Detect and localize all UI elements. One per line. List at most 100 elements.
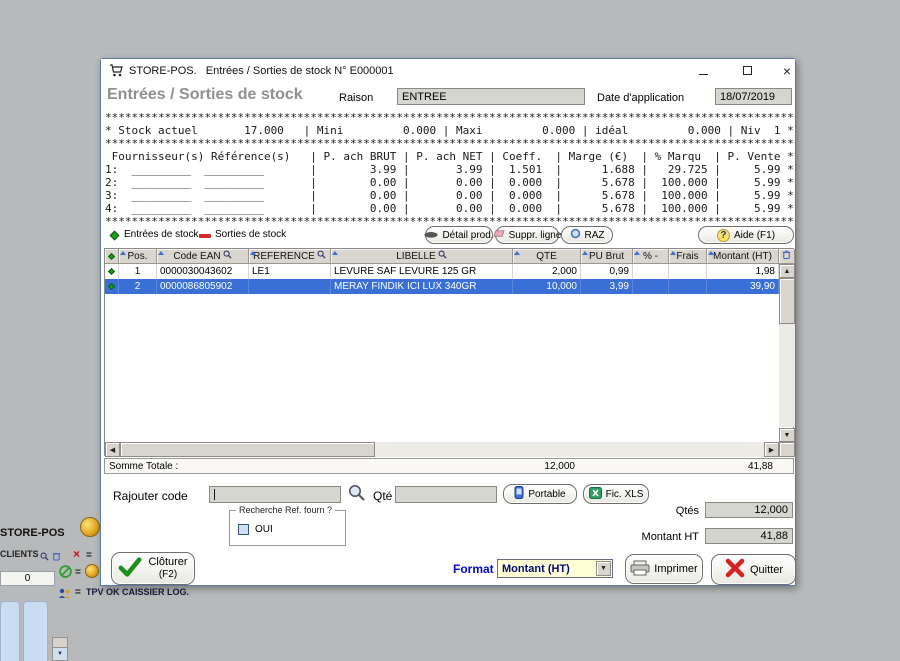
imprimer-label: Imprimer bbox=[654, 563, 697, 575]
cell-pos: 1 bbox=[119, 264, 157, 279]
grid-header-ean[interactable]: Code EAN bbox=[157, 249, 249, 264]
qtes-label: Qtés bbox=[561, 505, 699, 517]
titlebar[interactable]: STORE-POS. Entrées / Sorties de stock N°… bbox=[101, 59, 795, 83]
help-button[interactable]: ? Aide (F1) bbox=[698, 226, 794, 244]
equals-sign: = bbox=[86, 550, 92, 561]
detail-product-button[interactable]: Détail prod. bbox=[425, 226, 493, 244]
info-line: * Stock actuel 17.000 | Mini 0.000 | Max… bbox=[105, 124, 794, 137]
header-qte-label: QTE bbox=[536, 251, 557, 262]
sort-icon bbox=[250, 251, 256, 255]
vertical-scroll-thumb[interactable] bbox=[779, 278, 795, 324]
entry-diamond-icon bbox=[110, 231, 120, 241]
background-count-field: 0 bbox=[0, 571, 55, 586]
close-button[interactable]: × bbox=[777, 62, 797, 79]
background-scrollbar[interactable]: ▼ bbox=[52, 637, 68, 661]
grid-header-pos[interactable]: Pos. bbox=[119, 249, 157, 264]
search-icon[interactable] bbox=[223, 250, 232, 262]
grid-header-pct[interactable]: % - bbox=[633, 249, 669, 264]
printer-icon bbox=[630, 560, 650, 579]
oui-checkbox[interactable] bbox=[238, 524, 249, 535]
search-code-button[interactable] bbox=[347, 483, 366, 507]
scroll-up-button[interactable]: ▲ bbox=[779, 264, 795, 278]
sort-icon bbox=[582, 251, 588, 255]
header-montant-label: Montant (HT) bbox=[713, 251, 772, 262]
info-line: 3: _________ _________ | 0.00 | 0.00 | 0… bbox=[105, 189, 794, 202]
entry-diamond-icon bbox=[108, 283, 115, 290]
cell-qte: 2,000 bbox=[513, 264, 581, 279]
header-pu-label: PU Brut bbox=[589, 251, 624, 262]
grid-header-pu[interactable]: PU Brut bbox=[581, 249, 633, 264]
grid-header-qte[interactable]: QTE bbox=[513, 249, 581, 264]
quitter-label: Quitter bbox=[750, 564, 783, 576]
search-icon[interactable] bbox=[40, 548, 49, 566]
entry-diamond-icon bbox=[108, 268, 115, 275]
format-value: Montant (HT) bbox=[502, 563, 570, 575]
grid-header-icon[interactable] bbox=[105, 249, 119, 264]
maximize-button[interactable] bbox=[737, 62, 757, 79]
qte-input[interactable] bbox=[395, 486, 497, 503]
search-icon[interactable] bbox=[438, 250, 447, 262]
status-text: TPV OK CAISSIER LOG. bbox=[86, 587, 189, 597]
raz-button[interactable]: RAZ bbox=[561, 226, 613, 244]
text-caret bbox=[214, 489, 215, 500]
somme-montant: 41,88 bbox=[105, 461, 773, 472]
grid-header-libelle[interactable]: LIBELLE bbox=[331, 249, 513, 264]
cell-entry-icon bbox=[105, 279, 119, 294]
grid-header-montant[interactable]: Montant (HT) bbox=[707, 249, 779, 264]
cloturer-label: Clôturer bbox=[148, 556, 187, 569]
delete-line-button[interactable]: Suppr. ligne bbox=[495, 226, 559, 244]
grid-header-frais[interactable]: Frais bbox=[669, 249, 707, 264]
cell-reference: LE1 bbox=[249, 264, 331, 279]
cell-pos: 2 bbox=[119, 279, 157, 294]
cell-libelle: LEVURE SAF LEVURE 125 GR bbox=[331, 264, 513, 279]
scroll-down-button[interactable]: ▼ bbox=[53, 647, 67, 660]
cell-montant: 1,98 bbox=[707, 264, 779, 279]
reset-icon bbox=[570, 228, 581, 242]
qtes-total-field: 12,000 bbox=[705, 502, 793, 518]
cloturer-button[interactable]: Clôturer (F2) bbox=[111, 552, 195, 585]
format-dropdown[interactable]: Montant (HT) ▼ bbox=[497, 559, 613, 578]
cell-montant: 39,90 bbox=[707, 279, 779, 294]
raz-label: RAZ bbox=[585, 230, 605, 241]
cell-reference bbox=[249, 279, 331, 294]
cart-icon bbox=[109, 64, 124, 82]
diamond-icon bbox=[108, 252, 115, 259]
search-icon[interactable] bbox=[317, 250, 326, 262]
equals-sign: = bbox=[75, 587, 81, 598]
check-icon bbox=[118, 556, 142, 581]
trash-icon[interactable] bbox=[52, 548, 61, 566]
raison-input[interactable]: ENTREE bbox=[397, 88, 585, 105]
legend-entrees: Entrées de stock bbox=[124, 229, 198, 240]
scroll-down-button[interactable]: ▼ bbox=[779, 428, 795, 442]
coin-icon bbox=[85, 564, 99, 578]
page-title: Entrées / Sorties de stock bbox=[107, 86, 303, 104]
portable-button[interactable]: Portable bbox=[503, 484, 577, 504]
cell-pct bbox=[633, 279, 669, 294]
table-row-selected[interactable]: 2 0000086805902 MERAY FINDIK ICI LUX 340… bbox=[105, 279, 779, 294]
sort-icon bbox=[634, 251, 640, 255]
quitter-button[interactable]: Quitter bbox=[711, 554, 796, 585]
table-row[interactable]: 1 0000030043602 LE1 LEVURE SAF LEVURE 12… bbox=[105, 264, 779, 279]
exit-dash-icon bbox=[199, 234, 211, 238]
rajouter-code-label: Rajouter code bbox=[113, 489, 188, 503]
grid-header-reference[interactable]: REFERENCE bbox=[249, 249, 331, 264]
header-pct-label: % - bbox=[643, 251, 658, 262]
minimize-button[interactable] bbox=[693, 62, 713, 79]
scrollbar-corner bbox=[779, 442, 795, 457]
code-input[interactable] bbox=[209, 486, 341, 503]
somme-totale-row: Somme Totale : 12,000 41,88 bbox=[104, 458, 794, 474]
chevron-down-icon[interactable]: ▼ bbox=[596, 561, 611, 576]
grid-header-trash[interactable] bbox=[779, 249, 795, 264]
sort-icon bbox=[670, 251, 676, 255]
info-line: 1: _________ _________ | 3.99 | 3.99 | 1… bbox=[105, 163, 794, 176]
xls-file-button[interactable]: Fic. XLS bbox=[583, 484, 649, 504]
phone-icon bbox=[514, 486, 524, 502]
scroll-left-button[interactable]: ◀ bbox=[105, 442, 120, 457]
date-label: Date d'application bbox=[597, 92, 684, 104]
horizontal-scroll-thumb[interactable] bbox=[120, 442, 375, 457]
sort-icon bbox=[332, 251, 338, 255]
scroll-right-button[interactable]: ▶ bbox=[764, 442, 779, 457]
imprimer-button[interactable]: Imprimer bbox=[625, 554, 703, 584]
date-input[interactable]: 18/07/2019 bbox=[715, 88, 792, 105]
car-icon bbox=[424, 230, 438, 241]
